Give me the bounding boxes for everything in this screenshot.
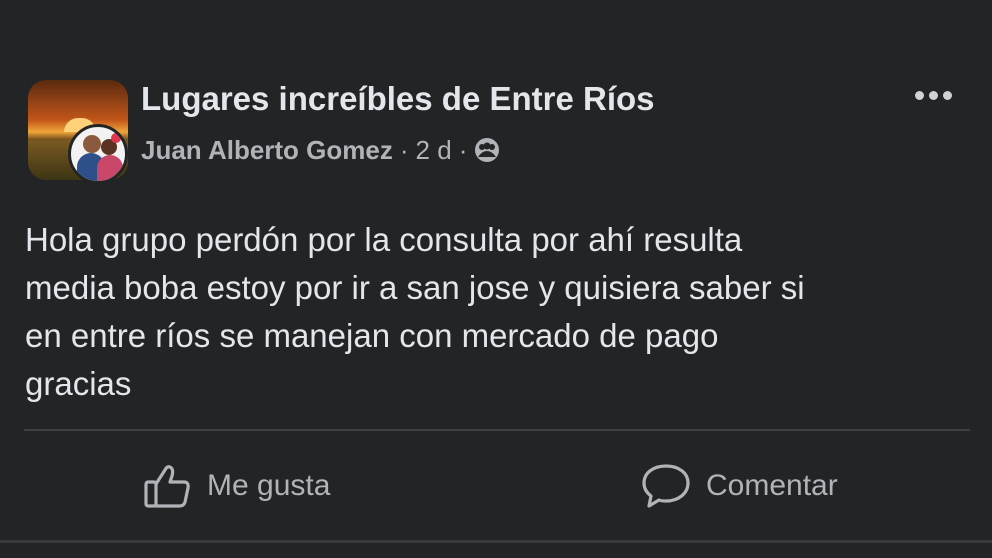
group-name-link[interactable]: Lugares increíbles de Entre Ríos — [141, 80, 655, 118]
post-text: Hola grupo perdón por la consulta por ah… — [25, 216, 975, 408]
group-members-icon[interactable] — [474, 137, 500, 163]
avatar-heart — [111, 133, 121, 143]
author-avatar[interactable] — [68, 124, 128, 184]
avatar-person2-body — [97, 155, 123, 181]
author-name-link[interactable]: Juan Alberto Gomez — [141, 135, 393, 166]
comment-label: Comentar — [706, 469, 838, 502]
speech-bubble-icon — [640, 461, 692, 511]
actions-divider — [24, 429, 970, 431]
post-meta: Juan Alberto Gomez · 2 d · — [141, 133, 500, 167]
like-label: Me gusta — [207, 469, 331, 502]
post-timestamp[interactable]: 2 d — [416, 135, 452, 166]
post-text-line: en entre ríos se manejan con mercado de … — [25, 317, 719, 354]
meta-separator: · — [399, 134, 409, 165]
thumbs-up-icon — [143, 462, 193, 510]
more-options-button[interactable] — [908, 80, 958, 110]
post-card: Lugares increíbles de Entre Ríos Juan Al… — [0, 0, 992, 558]
post-text-line: gracias — [25, 365, 132, 402]
post-text-line: Hola grupo perdón por la consulta por ah… — [25, 221, 743, 258]
meta-separator: · — [458, 134, 468, 165]
more-options-icon — [914, 90, 924, 100]
post-text-line: media boba estoy por ir a san jose y qui… — [25, 269, 805, 306]
comment-button[interactable]: Comentar — [640, 458, 838, 514]
bottom-divider — [0, 540, 992, 543]
more-options-icon — [928, 90, 938, 100]
more-options-icon — [942, 90, 952, 100]
like-button[interactable]: Me gusta — [143, 458, 330, 514]
avatar-person-head — [83, 135, 101, 153]
